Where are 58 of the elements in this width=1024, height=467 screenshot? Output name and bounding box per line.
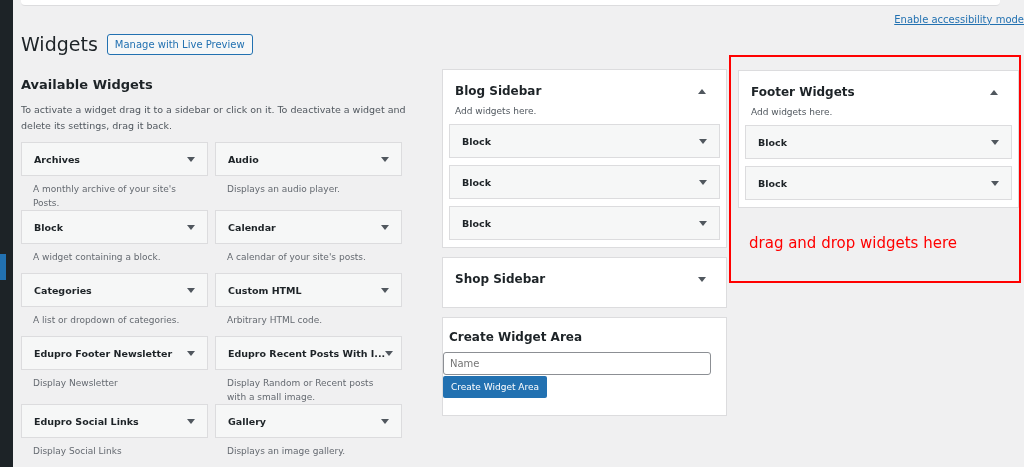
- widget-description: Display Newsletter: [32, 377, 119, 390]
- sidebar-title[interactable]: Shop Sidebar: [455, 272, 546, 286]
- sidebar-description: Add widgets here.: [455, 106, 538, 116]
- annotation-text: drag and drop widgets here: [749, 234, 958, 252]
- widget-description: A widget containing a block.: [32, 251, 162, 264]
- widget-header[interactable]: Block: [745, 166, 1012, 200]
- collapse-arrow-icon[interactable]: [698, 88, 706, 94]
- expand-arrow-icon[interactable]: [699, 179, 707, 185]
- widget-description: Display Random or Recent posts with a small image.: [226, 377, 375, 404]
- sidebar-title[interactable]: Blog Sidebar: [455, 84, 542, 98]
- create-widget-area-button[interactable]: Create Widget Area: [443, 376, 548, 398]
- widget-description: A list or dropdown of categories.: [32, 314, 181, 327]
- expand-arrow-icon[interactable]: [187, 350, 195, 356]
- widget-header[interactable]: Edupro Social Links: [21, 404, 208, 438]
- expand-arrow-icon[interactable]: [381, 224, 389, 230]
- expand-arrow-icon[interactable]: [698, 276, 706, 282]
- collapse-arrow-icon[interactable]: [990, 89, 998, 95]
- expand-arrow-icon[interactable]: [187, 418, 195, 424]
- accessibility-mode-link[interactable]: Enable accessibility mode: [894, 13, 1024, 27]
- widget-header[interactable]: Block: [449, 124, 720, 158]
- widget-header[interactable]: Audio: [215, 142, 402, 176]
- widget-header[interactable]: Categories: [21, 273, 208, 307]
- expand-arrow-icon[interactable]: [385, 350, 394, 356]
- expand-arrow-icon[interactable]: [699, 220, 707, 226]
- create-area-title: Create Widget Area: [449, 330, 584, 344]
- name-input-field[interactable]: Name: [443, 352, 711, 375]
- expand-arrow-icon[interactable]: [381, 418, 389, 424]
- expand-arrow-icon[interactable]: [381, 287, 389, 293]
- expand-arrow-icon[interactable]: [187, 287, 195, 293]
- widget-header[interactable]: Edupro Footer Newsletter: [21, 336, 208, 370]
- widget-header[interactable]: Calendar: [215, 210, 402, 244]
- widget-description: Displays an image gallery.: [226, 445, 347, 458]
- widget-description: A calendar of your site's posts.: [226, 251, 367, 264]
- widget-description: Displays an audio player.: [226, 183, 341, 196]
- menu-indicator: [0, 254, 6, 280]
- sidebar-description: Add widgets here.: [751, 107, 834, 117]
- expand-arrow-icon[interactable]: [187, 224, 195, 230]
- widget-header[interactable]: Block: [745, 125, 1012, 159]
- expand-arrow-icon[interactable]: [991, 139, 999, 145]
- widget-header[interactable]: Edupro Recent Posts With I...: [215, 336, 402, 370]
- expand-arrow-icon[interactable]: [381, 156, 389, 162]
- sidebar-title[interactable]: Footer Widgets: [751, 85, 855, 99]
- widget-header[interactable]: Archives: [21, 142, 208, 176]
- section-description: To activate a widget drag it to a sidebar or click on it. To deactivate a widget and delete its settings, drag it back.: [21, 103, 407, 133]
- widget-header[interactable]: Gallery: [215, 404, 402, 438]
- widget-header[interactable]: Custom HTML: [215, 273, 402, 307]
- widget-description: Display Social Links: [32, 445, 123, 458]
- expand-arrow-icon[interactable]: [699, 138, 707, 144]
- widget-description: Arbitrary HTML code.: [226, 314, 324, 327]
- expand-arrow-icon[interactable]: [187, 156, 195, 162]
- live-preview-button[interactable]: Manage with Live Preview: [106, 33, 253, 55]
- widget-header[interactable]: Block: [21, 210, 208, 244]
- widget-header[interactable]: Block: [449, 206, 720, 240]
- expand-arrow-icon[interactable]: [991, 180, 999, 186]
- section-title: Available Widgets: [21, 77, 154, 92]
- widget-header[interactable]: Block: [449, 165, 720, 199]
- widget-description: A monthly archive of your site's Posts.: [32, 183, 177, 210]
- page-title: Widgets: [21, 33, 98, 55]
